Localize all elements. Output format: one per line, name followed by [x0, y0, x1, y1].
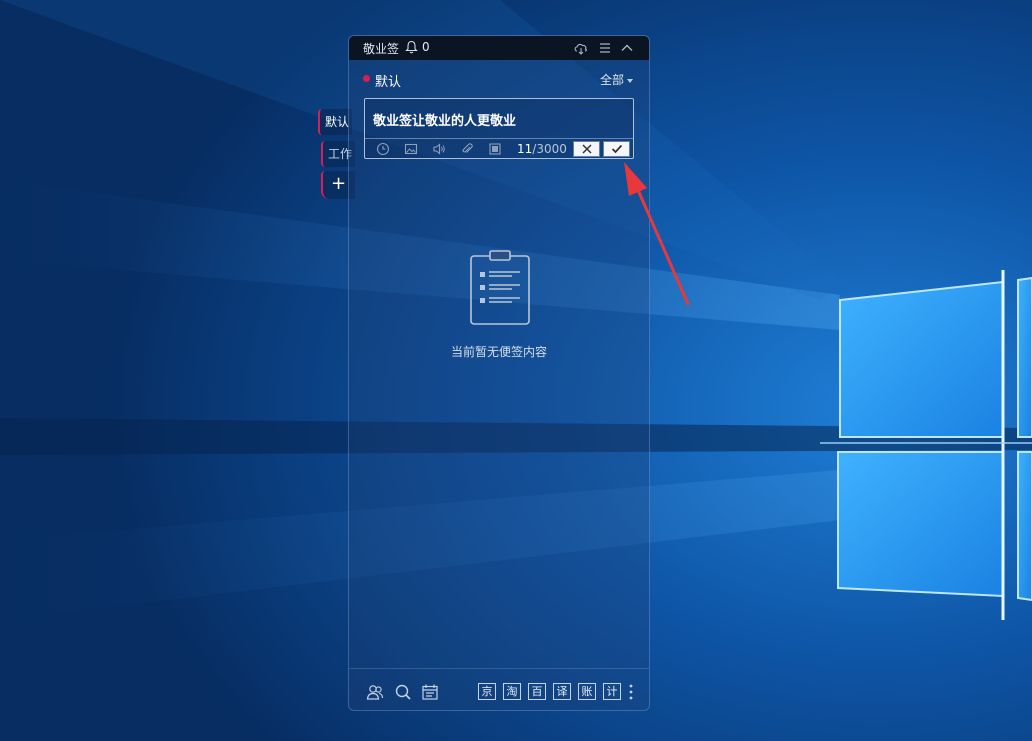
quick-link-jd[interactable]: 京 [478, 683, 496, 700]
speaker-icon[interactable] [432, 142, 446, 156]
more-icon[interactable] [629, 683, 633, 701]
users-icon[interactable] [366, 683, 384, 701]
quick-link-baidu[interactable]: 百 [528, 683, 546, 700]
confirm-button[interactable] [603, 141, 630, 157]
cancel-button[interactable] [573, 141, 600, 157]
current-category: 默认 [375, 75, 402, 90]
empty-state-text: 当前暂无便签内容 [450, 345, 547, 359]
category-header: 默认 全部 [349, 70, 649, 90]
app-title: 敬业签 [363, 42, 400, 56]
bottom-toolbar: 京 淘 百 译 账 计 [349, 668, 649, 710]
cloud-sync-icon[interactable] [573, 40, 589, 56]
filter-label: 全部 [599, 73, 624, 87]
bell-icon[interactable] [405, 40, 418, 54]
quick-link-translate[interactable]: 译 [553, 683, 571, 700]
menu-icon[interactable] [597, 40, 613, 56]
notification-count: 0 [422, 40, 430, 54]
check-icon [611, 144, 623, 154]
char-max: /3000 [532, 142, 567, 156]
clock-icon[interactable] [376, 142, 390, 156]
note-editor: 11/3000 [364, 98, 634, 159]
clipboard-icon [470, 250, 530, 325]
stop-icon[interactable] [488, 142, 502, 156]
quick-link-calculator[interactable]: 计 [603, 683, 621, 700]
attachment-icon[interactable] [460, 142, 474, 156]
filter-dropdown[interactable]: 全部 [600, 71, 633, 88]
category-color-dot [363, 75, 370, 82]
close-icon [582, 144, 592, 154]
title-bar: 敬业签 0 [349, 36, 649, 60]
quick-link-taobao[interactable]: 淘 [503, 683, 521, 700]
caret-down-icon [627, 78, 633, 83]
collapse-icon[interactable] [619, 40, 635, 56]
side-tab-default[interactable]: 默认 [318, 109, 352, 135]
note-input[interactable] [373, 104, 623, 134]
search-icon[interactable] [394, 683, 412, 701]
image-icon[interactable] [404, 142, 418, 156]
character-counter: 11/3000 [517, 142, 567, 156]
notes-panel: 敬业签 0 默认 全部 敬业签让敬业的人更敬业 11/3000 当前暂无便签内容… [348, 35, 650, 711]
char-count: 11 [517, 142, 533, 156]
calendar-icon[interactable] [421, 683, 439, 701]
editor-toolbar: 11/3000 [365, 138, 633, 159]
quick-link-account[interactable]: 账 [578, 683, 596, 700]
